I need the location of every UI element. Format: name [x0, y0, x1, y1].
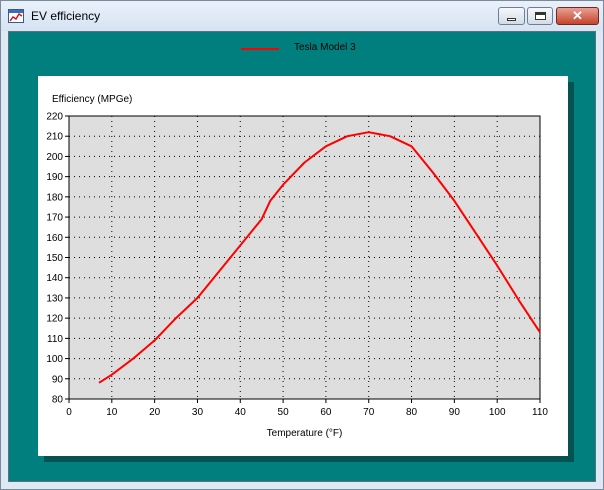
close-icon: ✕	[572, 8, 583, 23]
y-tick-label: 190	[46, 172, 63, 183]
chart-client-area: Tesla Model 3 0 10 20 30 40 50 60 70 80 90 100 110 8…	[8, 31, 596, 482]
y-tick-label: 130	[46, 293, 63, 304]
x-tick-label: 50	[278, 407, 290, 418]
x-axis-label: Temperature (°F)	[267, 428, 343, 439]
chart-app-icon	[8, 9, 24, 23]
y-tick-label: 150	[46, 253, 63, 264]
title-bar[interactable]: EV efficiency ✕	[1, 1, 603, 31]
x-tick-label: 40	[235, 407, 247, 418]
legend-line-swatch	[241, 48, 279, 50]
maximize-icon	[535, 12, 546, 20]
y-tick-label: 160	[46, 233, 63, 244]
x-tick-label: 100	[489, 407, 506, 418]
y-tick-label: 110	[47, 334, 63, 345]
y-tick-label: 90	[52, 374, 64, 385]
y-tick-label: 200	[46, 152, 63, 163]
x-tick-label: 90	[449, 407, 461, 418]
y-tick-label: 210	[46, 132, 63, 143]
y-tick-label: 120	[46, 314, 63, 325]
x-tick-label: 80	[406, 407, 418, 418]
x-tick-label: 60	[320, 407, 332, 418]
y-tick-label: 100	[46, 354, 63, 365]
y-tick-label: 220	[46, 112, 63, 123]
x-tick-label: 30	[192, 407, 204, 418]
y-tick-label: 80	[52, 395, 64, 406]
y-tick-label: 170	[46, 213, 63, 224]
x-tick-label: 0	[66, 407, 72, 418]
chart-legend: Tesla Model 3	[241, 41, 391, 57]
y-axis-label: Efficiency (MPGe)	[52, 94, 132, 105]
x-tick-label: 70	[363, 407, 375, 418]
close-button[interactable]: ✕	[556, 7, 599, 25]
x-tick-label: 110	[532, 407, 548, 418]
app-window: EV efficiency ✕ Tesla Model 3 0 10 20 30 40 5…	[0, 0, 604, 490]
minimize-icon	[507, 18, 516, 21]
y-tick-label: 180	[46, 192, 63, 203]
chart-panel: 0 10 20 30 40 50 60 70 80 90 100 110 80 90 100 110 120 13…	[38, 76, 568, 456]
y-tick-label: 140	[46, 273, 63, 284]
line-chart: 0 10 20 30 40 50 60 70 80 90 100 110 80 90 100 110 120 13…	[46, 94, 548, 439]
x-tick-label: 20	[149, 407, 161, 418]
window-title: EV efficiency	[31, 9, 101, 23]
x-tick-label: 10	[106, 407, 118, 418]
legend-label: Tesla Model 3	[294, 42, 356, 53]
minimize-button[interactable]	[498, 7, 525, 25]
maximize-button[interactable]	[527, 7, 553, 25]
